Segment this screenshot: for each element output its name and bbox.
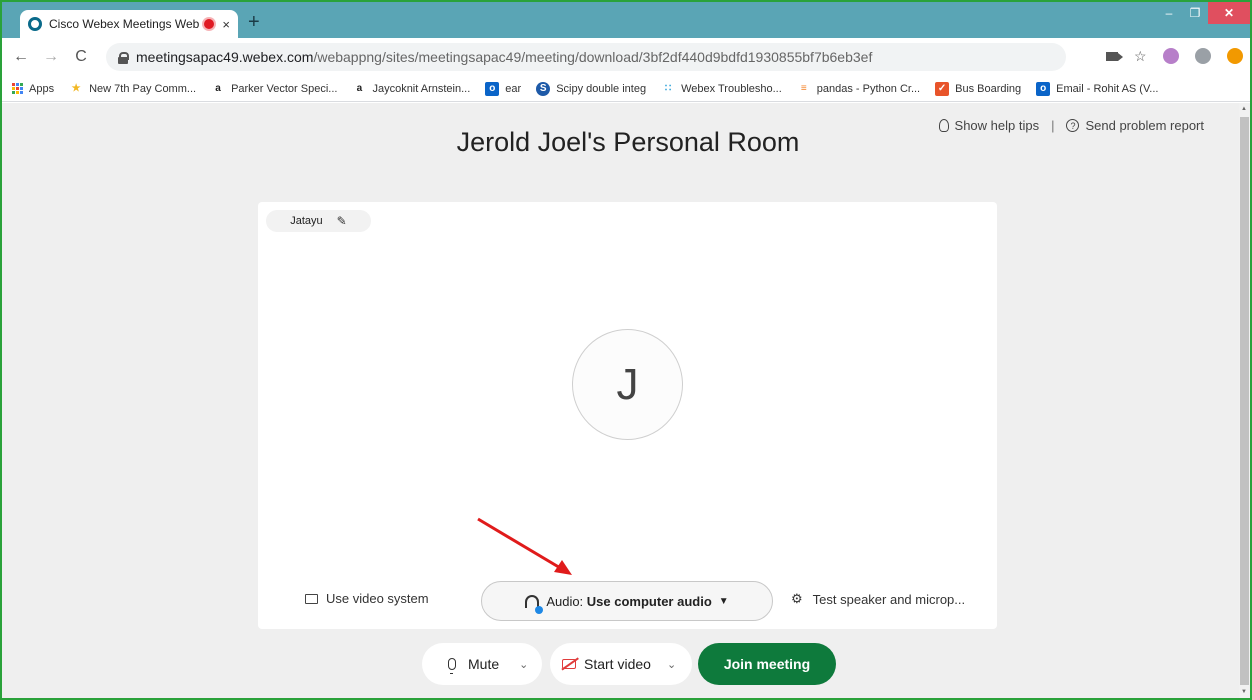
amazon-icon: a (215, 83, 221, 94)
stackoverflow-icon: ≡ (800, 83, 807, 94)
bookmark-label: Bus Boarding (955, 82, 1022, 95)
stackexchange-icon: S (536, 81, 551, 96)
bookmark-label: pandas - Python Cr... (816, 82, 921, 95)
microphone-icon (448, 658, 456, 674)
bookmark-label: Email - Rohit AS (V... (1056, 82, 1159, 95)
reload-button[interactable]: C (70, 48, 92, 66)
outlook-icon: o (1036, 81, 1051, 96)
url-host: meetingsapac49.webex.com (136, 49, 314, 65)
chevron-down-icon[interactable]: ⌄ (519, 658, 528, 671)
bookmark-item[interactable]: a Jaycoknit Arnstein... (352, 82, 471, 96)
start-video-label: Start video (584, 656, 651, 672)
video-off-icon (562, 659, 576, 669)
tab-strip: Cisco Webex Meetings Web × + – ❐ ✕ (2, 2, 1250, 38)
bookmark-item[interactable]: ≡ pandas - Python Cr... (797, 82, 920, 96)
chevron-down-icon[interactable]: ⌄ (667, 658, 676, 671)
bus-boarding-icon: ✓ (935, 81, 950, 96)
recording-indicator-icon (204, 19, 215, 29)
annotation-arrow-shaft (477, 517, 563, 571)
cisco-icon: ∷ (664, 83, 672, 94)
bookmarks-bar: Apps ★ New 7th Pay Comm... a Parker Vect… (2, 76, 1250, 102)
bookmark-item[interactable]: ∷ Webex Troublesho... (661, 82, 782, 96)
close-window-button[interactable]: ✕ (1208, 2, 1250, 24)
outlook-icon: o (485, 81, 500, 96)
extension-icon[interactable] (1226, 48, 1243, 64)
lock-icon (118, 51, 129, 64)
bookmark-item[interactable]: ✓ Bus Boarding (935, 81, 1022, 96)
mute-label: Mute (468, 656, 500, 672)
scrollbar-thumb[interactable] (1240, 117, 1249, 685)
amazon-icon: a (356, 83, 363, 94)
bookmark-label: ear (505, 82, 522, 95)
bookmark-item[interactable]: o Email - Rohit AS (V... (1036, 81, 1159, 96)
mute-button[interactable]: Mute ⌄ (422, 643, 542, 685)
meeting-preview-page: Jerold Joel's Personal Room Show help ti… (2, 103, 1239, 698)
7th-pay-icon: ★ (71, 83, 81, 94)
join-meeting-button[interactable]: Join meeting (698, 643, 836, 685)
bookmark-label: Apps (29, 82, 55, 95)
bookmark-apps[interactable]: Apps (12, 83, 54, 95)
new-tab-button[interactable]: + (248, 11, 260, 34)
bookmark-item[interactable]: S Scipy double integ (536, 81, 647, 96)
scroll-up-icon[interactable]: ▲ (1241, 106, 1247, 112)
bookmark-label: Parker Vector Speci... (231, 82, 338, 95)
start-video-button[interactable]: Start video ⌄ (550, 643, 692, 685)
url-path: /webappng/sites/meetingsapac49/meeting/d… (313, 49, 873, 65)
forward-button[interactable]: → (40, 48, 62, 66)
meeting-controls: Mute ⌄ Start video ⌄ Join meeting (2, 643, 1250, 685)
window-controls: – ❐ ✕ (1156, 2, 1250, 24)
apps-grid-icon (12, 83, 23, 94)
bookmark-item[interactable]: o ear (485, 81, 522, 96)
annotation-arrow (477, 517, 572, 575)
extension-icon[interactable] (1194, 48, 1211, 64)
tab-close-icon[interactable]: × (222, 17, 230, 32)
scroll-down-icon[interactable]: ▼ (1241, 689, 1247, 695)
restore-button[interactable]: ❐ (1182, 2, 1208, 24)
tab-title: Cisco Webex Meetings Web (49, 17, 200, 31)
bookmark-item[interactable]: ★ New 7th Pay Comm... (69, 82, 196, 96)
back-button[interactable]: ← (10, 48, 32, 66)
extension-icon[interactable] (1162, 48, 1179, 64)
browser-toolbar: ← → C meetingsapac49.webex.com/webappng/… (2, 38, 1250, 76)
bookmark-label: Scipy double integ (556, 82, 647, 95)
minimize-button[interactable]: – (1156, 2, 1182, 24)
address-bar[interactable]: meetingsapac49.webex.com/webappng/sites/… (106, 43, 1066, 71)
tab-webex[interactable]: Cisco Webex Meetings Web × (20, 10, 238, 38)
bookmark-label: Jaycoknit Arnstein... (372, 82, 471, 95)
camera-icon[interactable] (1106, 51, 1123, 61)
webex-favicon-icon (28, 17, 42, 31)
page-scrollbar[interactable]: ▲ ▼ (1239, 103, 1250, 698)
bookmark-label: Webex Troublesho... (681, 82, 782, 95)
toolbar-icons: ☆ ✱ ⋮ (1106, 46, 1250, 66)
bookmark-star-icon[interactable]: ☆ (1134, 48, 1147, 65)
bookmark-label: New 7th Pay Comm... (89, 82, 197, 95)
browser-window: Cisco Webex Meetings Web × + – ❐ ✕ ← → C… (0, 0, 1252, 700)
bookmark-item[interactable]: a Parker Vector Speci... (211, 82, 337, 96)
